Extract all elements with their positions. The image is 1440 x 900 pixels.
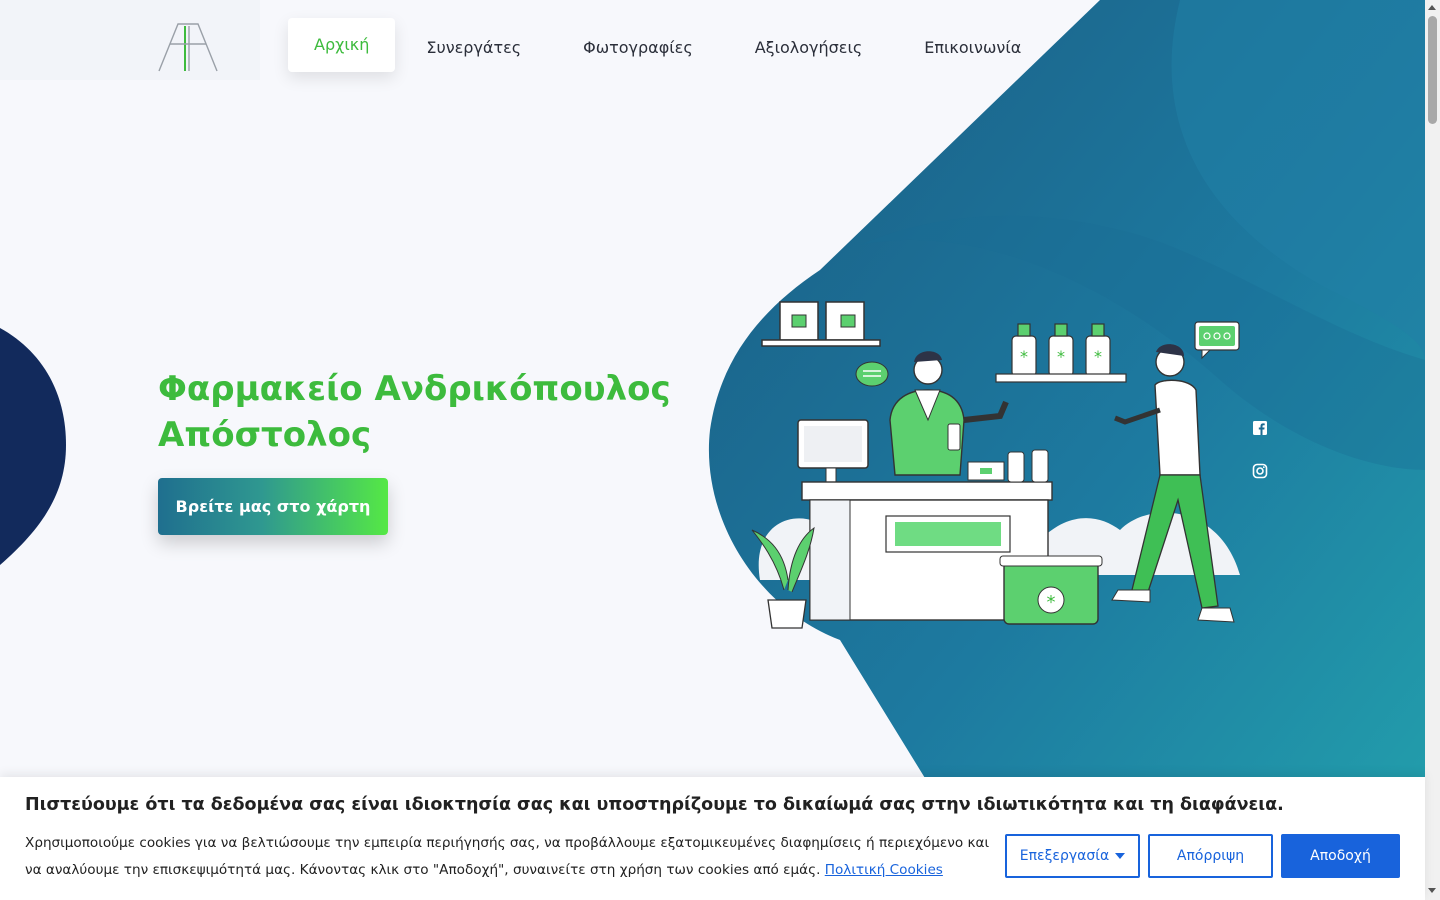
navy-left-shape — [0, 328, 66, 565]
cookie-customize-label: Επεξεργασία — [1019, 848, 1110, 864]
cookie-policy-link[interactable]: Πολιτική Cookies — [825, 862, 943, 878]
scroll-up-arrow-icon[interactable] — [1428, 5, 1436, 10]
nav-item-home[interactable]: Αρχική — [288, 18, 396, 72]
pharmacy-logo[interactable] — [158, 22, 218, 72]
scrollbar-thumb[interactable] — [1428, 16, 1437, 124]
cookie-customize-button[interactable]: Επεξεργασία — [1005, 834, 1140, 878]
nav-item-photos[interactable]: Φωτογραφίες — [552, 18, 724, 72]
svg-text:*: * — [1057, 347, 1065, 366]
hero-title-line1: Φαρμακείο Ανδρικόπουλος — [158, 369, 671, 409]
cookie-banner-text: Χρησιμοποιούμε cookies για να βελτιώσουμ… — [25, 830, 995, 884]
svg-text:*: * — [1020, 347, 1028, 366]
scroll-down-arrow-icon[interactable] — [1428, 888, 1436, 893]
facebook-icon[interactable] — [1252, 420, 1268, 436]
caret-down-icon — [1115, 853, 1126, 859]
nav-item-reviews[interactable]: Αξιολογήσεις — [724, 18, 894, 72]
nav-item-partners[interactable]: Συνεργάτες — [395, 18, 552, 72]
hero-title: Φαρμακείο Ανδρικόπουλος Απόστολος — [158, 366, 678, 458]
nav-item-contact[interactable]: Επικοινωνία — [893, 18, 1052, 72]
svg-text:*: * — [1047, 592, 1056, 613]
page-scrollbar[interactable] — [1425, 0, 1440, 900]
svg-text:*: * — [1094, 347, 1102, 366]
instagram-icon[interactable] — [1252, 463, 1268, 479]
cookie-consent-banner: Πιστεύουμε ότι τα δεδομένα σας είναι ιδι… — [0, 777, 1425, 900]
hero-title-line2: Απόστολος — [158, 415, 372, 455]
cookie-reject-button[interactable]: Απόρριψη — [1148, 834, 1273, 878]
cookie-accept-button[interactable]: Αποδοχή — [1281, 834, 1400, 878]
cookie-banner-title: Πιστεύουμε ότι τα δεδομένα σας είναι ιδι… — [25, 795, 1284, 815]
find-us-on-map-button[interactable]: Βρείτε μας στο χάρτη — [158, 478, 388, 535]
pharmacy-illustration: * * * * — [751, 301, 1240, 629]
main-nav: Αρχική Συνεργάτες Φωτογραφίες Αξιολογήσε… — [288, 18, 1052, 72]
